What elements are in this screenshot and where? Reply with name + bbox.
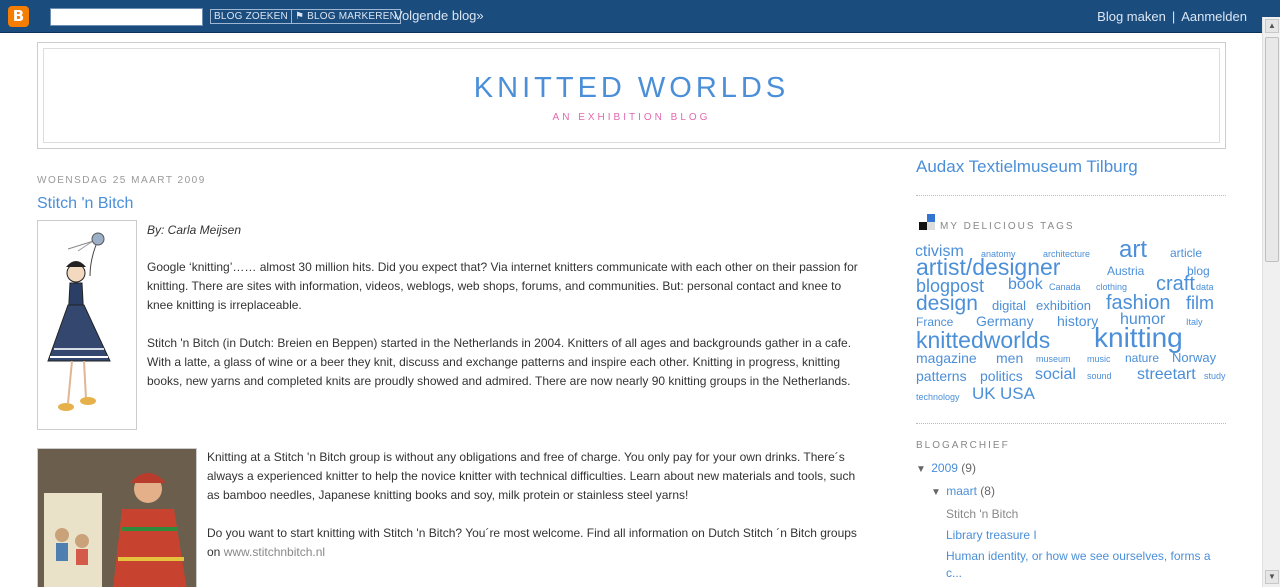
tag-link[interactable]: fashion bbox=[1106, 293, 1171, 313]
archive-post-link[interactable]: Library treasure I bbox=[946, 527, 1226, 544]
sidebar-divider bbox=[916, 195, 1226, 196]
tag-link[interactable]: digital bbox=[992, 299, 1026, 312]
expand-triangle-icon[interactable]: ▼ bbox=[916, 464, 926, 475]
delicious-tags-heading: MY DELICIOUS TAGS bbox=[940, 221, 1075, 232]
tag-link[interactable]: men bbox=[996, 351, 1023, 365]
tag-link[interactable]: study bbox=[1204, 372, 1226, 381]
tag-link[interactable]: Austria bbox=[1107, 265, 1144, 277]
tag-link[interactable]: technology bbox=[916, 393, 960, 402]
flag-icon: ⚑ bbox=[295, 11, 308, 22]
post-paragraph: Knitting at a Stitch 'n Bitch group is w… bbox=[207, 450, 856, 502]
blogger-logo-icon[interactable]: B bbox=[8, 6, 29, 27]
tag-link[interactable]: patterns bbox=[916, 369, 967, 383]
archive-month[interactable]: ▼ maart (8) bbox=[931, 484, 995, 498]
tag-link[interactable]: magazine bbox=[916, 351, 977, 365]
post-title[interactable]: Stitch 'n Bitch bbox=[37, 195, 133, 213]
tag-link[interactable]: Norway bbox=[1172, 351, 1216, 364]
tag-link[interactable]: Canada bbox=[1049, 283, 1081, 292]
tag-link[interactable]: article bbox=[1170, 247, 1202, 259]
tag-link[interactable]: nature bbox=[1125, 352, 1159, 364]
tag-link[interactable]: USA bbox=[1000, 385, 1035, 402]
tag-link[interactable]: knitting bbox=[1094, 324, 1183, 352]
archive-post-link[interactable]: Human identity, or how we see ourselves,… bbox=[946, 548, 1226, 582]
tag-link[interactable]: film bbox=[1186, 294, 1214, 312]
tag-link[interactable]: data bbox=[1196, 283, 1214, 292]
archive-year-count: (9) bbox=[961, 461, 976, 475]
archive-year[interactable]: ▼ 2009 (9) bbox=[916, 461, 976, 475]
search-blog-button[interactable]: BLOG ZOEKEN bbox=[210, 9, 292, 24]
blog-title[interactable]: KNITTED WORLDS bbox=[44, 72, 1219, 105]
tag-link[interactable]: museum bbox=[1036, 355, 1071, 364]
tag-link[interactable]: clothing bbox=[1096, 283, 1127, 292]
flag-blog-label: BLOG MARKEREN bbox=[307, 11, 397, 22]
flag-blog-button[interactable]: ⚑ BLOG MARKEREN bbox=[291, 9, 401, 24]
expand-triangle-icon[interactable]: ▼ bbox=[931, 487, 941, 498]
tag-link[interactable]: streetart bbox=[1137, 367, 1196, 383]
archive-month-count: (8) bbox=[980, 484, 995, 498]
post-paragraph: Stitch 'n Bitch (in Dutch: Breien en Bep… bbox=[147, 336, 852, 388]
tag-link[interactable]: UK bbox=[972, 385, 996, 402]
tag-link[interactable]: politics bbox=[980, 369, 1023, 383]
delicious-icon bbox=[919, 214, 935, 230]
navbar-right: Blog maken | Aanmelden bbox=[1097, 9, 1247, 24]
post-byline: By: Carla Meijsen bbox=[147, 223, 242, 237]
knitted-doll-photo[interactable] bbox=[37, 448, 197, 587]
tag-link[interactable]: music bbox=[1087, 355, 1111, 364]
blog-description: AN EXHIBITION BLOG bbox=[552, 112, 711, 123]
museum-link[interactable]: Audax Textielmuseum Tilburg bbox=[916, 157, 1138, 177]
tag-link[interactable]: book bbox=[1008, 277, 1043, 293]
page-scrollbar[interactable]: ▲ ▼ bbox=[1262, 17, 1280, 587]
scrollbar-thumb[interactable] bbox=[1265, 37, 1279, 262]
post-date: WOENSDAG 25 MAART 2009 bbox=[37, 175, 206, 186]
stitchnbitch-link[interactable]: www.stitchnbitch.nl bbox=[224, 545, 325, 559]
post-paragraph: Do you want to start knitting with Stitc… bbox=[207, 524, 862, 562]
blog-archive-heading: BLOGARCHIEF bbox=[916, 440, 1010, 451]
tag-link[interactable]: art bbox=[1119, 238, 1147, 262]
scroll-down-icon[interactable]: ▼ bbox=[1265, 570, 1279, 584]
sidebar-divider bbox=[916, 423, 1226, 424]
tag-link[interactable]: design bbox=[916, 293, 978, 314]
tag-link[interactable]: history bbox=[1057, 314, 1098, 328]
search-input[interactable] bbox=[50, 8, 203, 26]
tag-link[interactable]: craft bbox=[1156, 274, 1195, 294]
blog-header: KNITTED WORLDS AN EXHIBITION BLOG bbox=[37, 42, 1226, 149]
next-blog-link[interactable]: Volgende blog» bbox=[394, 8, 484, 23]
archive-year-label[interactable]: 2009 bbox=[931, 461, 958, 475]
create-blog-link[interactable]: Blog maken bbox=[1097, 9, 1166, 24]
post-paragraph: Google ‘knitting’…… almost 30 million hi… bbox=[147, 260, 858, 312]
tag-link[interactable]: knittedworlds bbox=[916, 329, 1050, 352]
archive-post-link[interactable]: Stitch 'n Bitch bbox=[946, 506, 1226, 523]
tag-link[interactable]: exhibition bbox=[1036, 299, 1091, 312]
blog-header-inner: KNITTED WORLDS AN EXHIBITION BLOG bbox=[43, 48, 1220, 143]
blogger-navbar: B BLOG ZOEKEN ⚑ BLOG MARKEREN Volgende b… bbox=[0, 0, 1280, 33]
tag-link[interactable]: Italy bbox=[1186, 318, 1203, 327]
sign-in-link[interactable]: Aanmelden bbox=[1181, 9, 1247, 24]
tag-cloud: activism anatomy architecture art articl… bbox=[916, 236, 1228, 408]
tag-link[interactable]: Germany bbox=[976, 314, 1034, 328]
scroll-up-icon[interactable]: ▲ bbox=[1265, 19, 1279, 33]
knitting-doll-illustration[interactable] bbox=[37, 220, 137, 430]
tag-link[interactable]: sound bbox=[1087, 372, 1112, 381]
navbar-separator: | bbox=[1171, 9, 1176, 24]
archive-month-label[interactable]: maart bbox=[946, 484, 977, 498]
tag-link[interactable]: social bbox=[1035, 367, 1076, 383]
